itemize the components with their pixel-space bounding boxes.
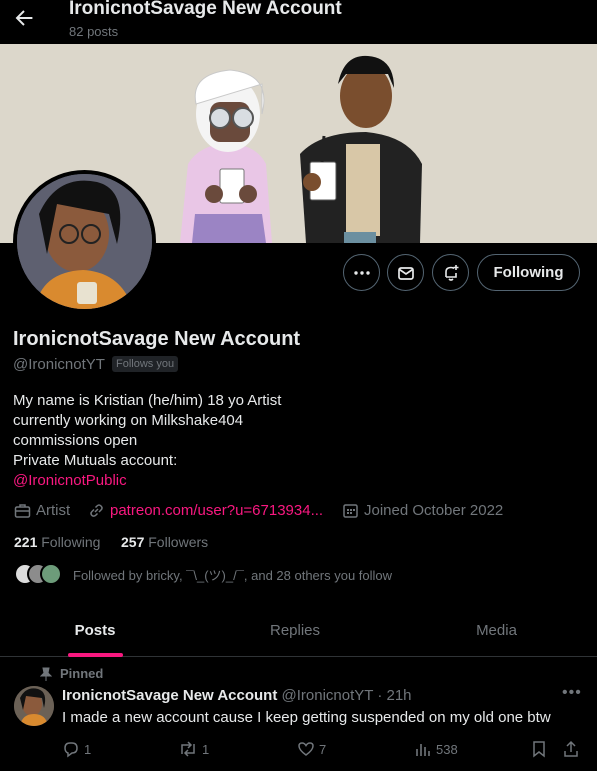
following-count: 221 [14,534,38,550]
followers-label: Followers [148,534,209,550]
envelope-icon [397,266,414,280]
calendar-icon [343,504,358,518]
post-author-handle[interactable]: @IronicnotYT · 21h [282,687,412,704]
bio-line: currently working on Milkshake404 [13,412,244,429]
reply-icon [64,742,78,758]
pin-icon [40,667,52,681]
bell-plus-icon [444,264,458,281]
profile-tabs: Posts Replies Media [0,606,597,657]
bio-line: My name is Kristian (he/him) 18 yo Artis… [13,392,282,409]
pinned-indicator: Pinned [40,666,103,681]
following-count-link[interactable]: 221 Following [14,534,100,550]
followers-count-link[interactable]: 257 Followers [121,534,208,550]
tab-posts[interactable]: Posts [0,606,190,656]
followed-by-avatars[interactable] [14,563,62,585]
reply-button[interactable]: 1 [62,740,91,758]
back-arrow-icon[interactable] [12,6,36,30]
pinned-label: Pinned [60,666,104,681]
profile-website[interactable]: patreon.com/user?u=6713934... [88,502,323,519]
more-dots-icon [353,270,370,275]
website-link[interactable]: patreon.com/user?u=6713934... [110,502,323,519]
banner-character-left [180,69,272,243]
views-button[interactable]: 538 [414,740,458,758]
post-author-avatar[interactable] [14,686,54,726]
like-button[interactable]: 7 [297,740,326,758]
like-count: 7 [319,741,327,757]
joined-date: Joined October 2022 [364,502,504,519]
post-header: IronicnotSavage New Account @IronicnotYT… [62,687,412,704]
profile-category: Artist [14,502,70,519]
message-button[interactable] [387,254,424,291]
post-count: 82 posts [69,24,119,39]
tab-replies[interactable]: Replies [200,606,390,656]
follows-you-badge: Follows you [112,356,179,372]
bio-line: commissions open [13,432,138,449]
following-button[interactable]: Following [477,254,580,291]
post-more-icon[interactable]: ••• [562,684,582,702]
link-icon [90,504,103,517]
repost-count: 1 [202,741,210,757]
profile-handle: @IronicnotYT [13,356,105,373]
notifications-button[interactable] [432,254,469,291]
views-chart-icon [416,744,430,756]
briefcase-icon [14,504,31,518]
following-label: Following [41,534,101,550]
tab-media[interactable]: Media [400,606,593,656]
repost-icon [181,741,195,757]
mutual-avatar [40,563,62,585]
heart-icon [298,742,314,756]
top-bar: IronicnotSavage New Account 82 posts [0,0,597,44]
profile-bio: My name is Kristian (he/him) 18 yo Artis… [13,391,281,491]
repost-button[interactable]: 1 [178,740,209,758]
followers-count: 257 [121,534,145,550]
reply-count: 1 [84,741,92,757]
followed-by-text[interactable]: Followed by bricky, ¯\_(ツ)_/¯, and 28 ot… [73,565,392,584]
active-tab-indicator [68,653,123,657]
views-count: 538 [436,741,458,757]
bio-mention-link[interactable]: @IronicnotPublic [13,471,281,491]
bio-line: Private Mutuals account: [13,452,178,469]
post-text[interactable]: I made a new account cause I keep gettin… [62,709,551,726]
share-icon[interactable] [562,740,580,763]
banner-character-right [300,55,422,243]
header-title: IronicnotSavage New Account [69,0,342,19]
post-author-name[interactable]: IronicnotSavage New Account [62,687,277,704]
more-options-button[interactable] [343,254,380,291]
category-label: Artist [36,502,71,519]
bookmark-icon[interactable] [531,740,547,763]
profile-joined: Joined October 2022 [342,502,503,519]
profile-display-name: IronicnotSavage New Account [13,328,301,350]
profile-avatar[interactable] [13,170,156,313]
